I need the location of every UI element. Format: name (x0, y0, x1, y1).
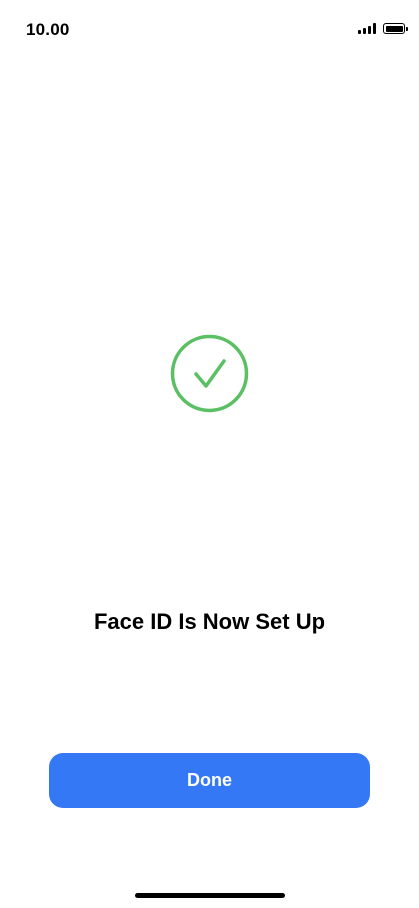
page-title: Face ID Is Now Set Up (93, 609, 326, 634)
status-time: 10.00 (26, 20, 70, 39)
checkmark-circle-icon (170, 334, 249, 413)
home-indicator[interactable] (135, 893, 285, 898)
face-id-setup-complete-screen: 10.00 Face ID Is Now Set Up Done (0, 0, 419, 908)
status-bar: 10.00 (0, 0, 419, 60)
done-button[interactable]: Done (49, 753, 370, 808)
status-indicators (358, 23, 408, 34)
battery-icon (383, 23, 408, 34)
cellular-signal-icon (358, 23, 376, 34)
